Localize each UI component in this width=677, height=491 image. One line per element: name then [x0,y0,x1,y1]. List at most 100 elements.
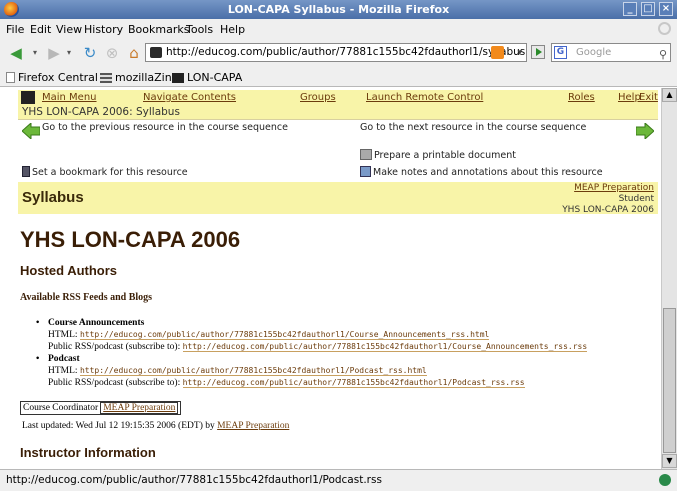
last-updated: Last updated: Wed Jul 12 19:15:35 2006 (… [22,421,289,431]
bookmark-lon-capa[interactable]: LON-CAPA [172,71,242,84]
page-icon [6,72,15,83]
next-resource-link[interactable]: Go to the next resource in the course se… [360,122,586,133]
search-placeholder: Google [576,47,612,58]
bookmark-icon [22,166,30,177]
syllabus-title: Syllabus [22,189,84,206]
printer-icon [360,149,372,160]
launch-remote-control-link[interactable]: Launch Remote Control [366,92,483,103]
course-title: YHS LON-CAPA 2006 [20,227,241,252]
security-status-icon[interactable] [659,474,671,486]
print-link[interactable]: Prepare a printable document [360,149,516,161]
statusbar: http://educog.com/public/author/77881c15… [0,469,677,491]
search-input[interactable]: G Google ⚲ [551,43,671,62]
stop-icon[interactable]: ⊗ [102,43,122,63]
google-icon[interactable]: G [554,46,567,59]
course-breadcrumb: YHS LON-CAPA 2006: Syllabus [18,106,658,120]
coordinator-label: Course Coordinator [23,403,99,413]
feed-item: Course Announcements HTML: http://educog… [36,317,588,353]
menu-view[interactable]: View [56,23,82,36]
home-icon[interactable]: ⌂ [124,43,144,63]
minimize-icon[interactable]: _ [623,2,637,16]
lon-capa-icon [172,73,184,83]
lon-capa-header: Main Menu Navigate Contents Groups Launc… [18,90,658,106]
bookmark-firefox-central[interactable]: Firefox Central [6,71,98,84]
previous-resource-link[interactable]: Go to the previous resource in the cours… [42,122,288,133]
roles-link[interactable]: Roles [568,92,595,103]
next-arrow-icon[interactable] [636,123,654,139]
menu-edit[interactable]: Edit [30,23,51,36]
menu-history[interactable]: History [84,23,123,36]
forward-icon[interactable]: ▶ [44,43,64,63]
feed-html-link[interactable]: http://educog.com/public/author/77881c15… [79,330,490,340]
scroll-up-icon[interactable]: ▲ [662,88,677,102]
maximize-icon[interactable]: □ [641,2,655,16]
menu-tools[interactable]: Tools [186,23,213,36]
notes-link[interactable]: Make notes and annotations about this re… [360,166,603,178]
feed-list: Course Announcements HTML: http://educog… [36,317,588,389]
coordinator-link[interactable]: MEAP Preparation [100,402,179,414]
notes-label: Make notes and annotations about this re… [373,167,603,178]
feed-name: Course Announcements [48,318,145,328]
menu-file[interactable]: File [6,23,24,36]
bookmark-resource-link[interactable]: Set a bookmark for this resource [22,166,188,178]
coordinator-box: Course Coordinator MEAP Preparation [20,401,182,415]
throbber-icon [658,22,671,35]
bookmark-resource-label: Set a bookmark for this resource [32,167,188,178]
feed-html-link[interactable]: http://educog.com/public/author/77881c15… [79,366,427,376]
user-info: MEAP Preparation Student YHS LON-CAPA 20… [562,183,654,216]
url-text: http://educog.com/public/author/77881c15… [166,46,527,58]
menu-help[interactable]: Help [220,23,245,36]
feed-rss-link[interactable]: http://educog.com/public/author/77881c15… [182,378,525,388]
navigation-toolbar: ◀ ▾ ▶ ▾ ↻ ⊗ ⌂ http://educog.com/public/a… [0,39,677,67]
feed-rss-link[interactable]: http://educog.com/public/author/77881c15… [182,342,588,352]
bookmark-label: Firefox Central [18,71,98,84]
feed-name: Podcast [48,354,80,364]
feed-rss-line: Public RSS/podcast (subscribe to): http:… [48,377,587,389]
previous-arrow-icon[interactable] [22,123,40,139]
feed-rss-label: Public RSS/podcast (subscribe to): [48,342,181,352]
forward-history-icon[interactable]: ▾ [64,43,74,63]
feed-html-line: HTML: http://educog.com/public/author/77… [48,365,587,377]
window-titlebar: LON-CAPA Syllabus - Mozilla Firefox _ □ … [0,0,677,19]
bookmark-mozillazine[interactable]: mozillaZine [100,71,178,84]
scroll-down-icon[interactable]: ▼ [662,454,677,468]
user-role: Student [618,194,654,204]
user-course: YHS LON-CAPA 2006 [562,205,654,215]
help-link[interactable]: Help [618,92,641,103]
notes-icon [360,166,371,177]
bookmarks-toolbar: Firefox Central mozillaZine LON-CAPA [0,67,677,87]
feed-html-label: HTML: [48,330,78,340]
menubar: File Edit View History Bookmarks Tools H… [0,19,677,39]
syllabus-bar: Syllabus MEAP Preparation Student YHS LO… [18,182,658,216]
back-icon[interactable]: ◀ [4,43,28,63]
exit-link[interactable]: Exit [639,92,658,103]
navigate-contents-link[interactable]: Navigate Contents [143,92,236,103]
bookmark-label: mozillaZine [115,71,179,84]
print-label: Prepare a printable document [374,150,516,161]
hosted-authors-heading: Hosted Authors [20,263,118,278]
search-icon[interactable]: ⚲ [659,46,667,63]
reload-icon[interactable]: ↻ [80,43,100,63]
rss-feed-icon[interactable] [491,46,504,59]
feed-item: Podcast HTML: http://educog.com/public/a… [36,353,587,389]
go-button[interactable] [531,45,545,59]
feed-rss-label: Public RSS/podcast (subscribe to): [48,378,181,388]
bookmark-label: LON-CAPA [187,71,243,84]
feed-html-line: HTML: http://educog.com/public/author/77… [48,329,587,341]
main-menu-link[interactable]: Main Menu [42,92,97,103]
url-field[interactable]: http://educog.com/public/author/77881c15… [145,43,527,62]
page-content: Main Menu Navigate Contents Groups Launc… [0,88,661,469]
scrollbar-thumb[interactable] [663,308,676,453]
user-link[interactable]: MEAP Preparation [574,183,654,193]
site-icon [150,47,162,58]
url-dropdown-icon[interactable]: ▾ [517,45,522,61]
instructor-heading: Instructor Information [20,445,156,460]
menu-bookmarks[interactable]: Bookmarks [128,23,189,36]
vertical-scrollbar[interactable]: ▲ ▼ [661,88,677,469]
last-updated-link[interactable]: MEAP Preparation [217,421,289,431]
back-history-icon[interactable]: ▾ [30,43,40,63]
window-title: LON-CAPA Syllabus - Mozilla Firefox [227,3,450,16]
close-icon[interactable]: × [659,2,673,16]
groups-link[interactable]: Groups [300,92,336,103]
lon-capa-logo-icon [21,91,35,104]
